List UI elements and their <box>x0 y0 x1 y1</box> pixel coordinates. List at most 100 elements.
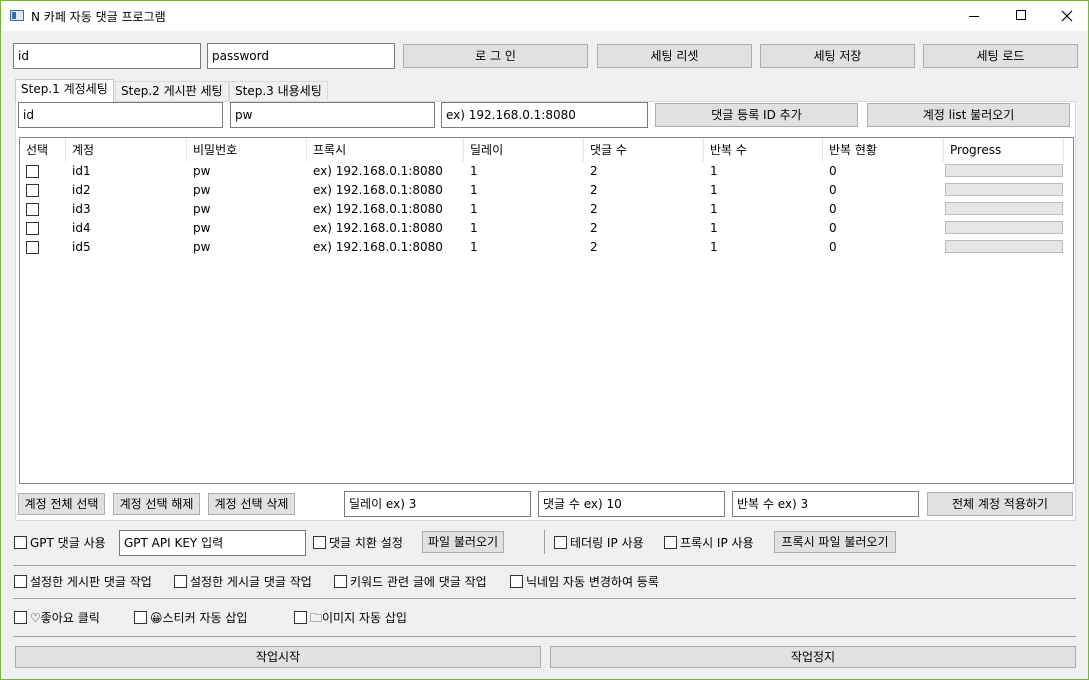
row-select-checkbox[interactable] <box>26 241 39 254</box>
start-work-button[interactable]: 작업시작 <box>15 646 541 668</box>
cell-account: id3 <box>72 202 91 216</box>
deselect-accounts-button[interactable]: 계정 선택 해제 <box>113 493 200 515</box>
cell-password: pw <box>193 221 211 235</box>
checkbox-box[interactable] <box>174 575 187 588</box>
col-header-proxy[interactable]: 프록시 <box>307 138 464 162</box>
separator <box>544 530 545 554</box>
col-header-select[interactable]: 선택 <box>20 138 66 162</box>
table-row[interactable]: id2 pw ex) 192.168.0.1:8080 1 2 1 0 <box>20 181 1073 200</box>
title-bar: N 카페 자동 댓글 프로그램 <box>1 1 1088 31</box>
cell-password: pw <box>193 202 211 216</box>
add-comment-id-button[interactable]: 댓글 등록 ID 추가 <box>655 103 858 127</box>
post-comment-checkbox[interactable]: 설정한 게시글 댓글 작업 <box>174 574 312 590</box>
settings-reset-button[interactable]: 세팅 리셋 <box>597 44 752 68</box>
table-row[interactable]: id4 pw ex) 192.168.0.1:8080 1 2 1 0 <box>20 219 1073 238</box>
proxy-file-load-button[interactable]: 프록시 파일 불러오기 <box>774 531 896 553</box>
col-header-delay[interactable]: 딜레이 <box>464 138 584 162</box>
settings-load-button[interactable]: 세팅 로드 <box>923 44 1078 68</box>
table-row[interactable]: id1 pw ex) 192.168.0.1:8080 1 2 1 0 <box>20 162 1073 181</box>
file-load-button[interactable]: 파일 불러오기 <box>422 531 504 553</box>
cell-proxy: ex) 192.168.0.1:8080 <box>313 202 443 216</box>
delete-selected-accounts-button[interactable]: 계정 선택 삭제 <box>208 493 295 515</box>
row-progress-bar <box>945 183 1063 196</box>
cell-delay: 1 <box>470 240 478 254</box>
col-header-repeat[interactable]: 반복 수 <box>704 138 823 162</box>
checkbox-box[interactable] <box>313 536 326 549</box>
proxy-ip-checkbox[interactable]: 프록시 IP 사용 <box>664 535 754 551</box>
maximize-button[interactable] <box>998 1 1044 31</box>
checkbox-box[interactable] <box>134 611 147 624</box>
cell-repeat: 1 <box>710 183 718 197</box>
table-row[interactable]: id3 pw ex) 192.168.0.1:8080 1 2 1 0 <box>20 200 1073 219</box>
account-pw-input[interactable]: pw <box>230 102 435 128</box>
row-select-checkbox[interactable] <box>26 222 39 235</box>
gpt-api-key-input[interactable]: GPT API KEY 입력 <box>119 530 306 556</box>
select-all-accounts-button[interactable]: 계정 전체 선택 <box>18 493 105 515</box>
col-header-progress[interactable]: Progress <box>944 138 1064 162</box>
checkbox-box[interactable] <box>554 536 567 549</box>
cell-proxy: ex) 192.168.0.1:8080 <box>313 240 443 254</box>
cell-status: 0 <box>829 183 837 197</box>
like-click-checkbox[interactable]: ♡좋아요 클릭 <box>14 610 100 626</box>
row-progress-bar <box>945 164 1063 177</box>
col-header-account[interactable]: 계정 <box>66 138 187 162</box>
minimize-button[interactable] <box>951 1 997 31</box>
login-password-input[interactable]: password <box>207 43 395 69</box>
cell-delay: 1 <box>470 183 478 197</box>
cell-account: id5 <box>72 240 91 254</box>
checkbox-box[interactable] <box>334 575 347 588</box>
cell-delay: 1 <box>470 221 478 235</box>
cell-account: id2 <box>72 183 91 197</box>
close-button[interactable] <box>1044 1 1089 31</box>
cell-repeat: 1 <box>710 240 718 254</box>
bulk-delay-input[interactable]: 딜레이 ex) 3 <box>344 491 531 517</box>
checkbox-box[interactable] <box>294 611 307 624</box>
comment-replace-checkbox[interactable]: 댓글 치환 설정 <box>313 535 403 551</box>
keyword-comment-checkbox[interactable]: 키워드 관련 글에 댓글 작업 <box>334 574 487 590</box>
cell-password: pw <box>193 240 211 254</box>
tethering-ip-checkbox[interactable]: 테더링 IP 사용 <box>554 535 644 551</box>
row-select-checkbox[interactable] <box>26 203 39 216</box>
checkbox-box[interactable] <box>664 536 677 549</box>
checkbox-box[interactable] <box>510 575 523 588</box>
col-header-repeat-status[interactable]: 반복 현황 <box>823 138 944 162</box>
image-insert-checkbox[interactable]: 🗀이미지 자동 삽입 <box>294 610 407 626</box>
tab-step3-content[interactable]: Step.3 내용세팅 <box>229 81 328 101</box>
stop-work-button[interactable]: 작업정지 <box>550 646 1076 668</box>
separator <box>13 565 1076 566</box>
cell-repeat: 1 <box>710 202 718 216</box>
account-table[interactable]: 선택 계정 비밀번호 프록시 딜레이 댓글 수 반복 수 반복 현황 Progr… <box>19 137 1074 484</box>
row-select-checkbox[interactable] <box>26 165 39 178</box>
cell-account: id1 <box>72 164 91 178</box>
settings-save-button[interactable]: 세팅 저장 <box>760 44 915 68</box>
checkbox-box[interactable] <box>14 536 27 549</box>
row-select-checkbox[interactable] <box>26 184 39 197</box>
login-id-input[interactable]: id <box>13 43 201 69</box>
account-id-input[interactable]: id <box>18 102 223 128</box>
login-button[interactable]: 로 그 인 <box>403 44 588 68</box>
bulk-comments-input[interactable]: 댓글 수 ex) 10 <box>538 491 725 517</box>
col-header-password[interactable]: 비밀번호 <box>187 138 307 162</box>
cell-password: pw <box>193 183 211 197</box>
nickname-change-checkbox[interactable]: 닉네임 자동 변경하여 등록 <box>510 574 659 590</box>
tab-step2-board[interactable]: Step.2 게시판 세팅 <box>115 81 229 101</box>
sticker-insert-checkbox[interactable]: 😀스티커 자동 삽입 <box>134 610 247 626</box>
cell-comments: 2 <box>590 164 598 178</box>
bulk-repeat-input[interactable]: 반복 수 ex) 3 <box>732 491 919 517</box>
checkbox-box[interactable] <box>14 575 27 588</box>
table-row[interactable]: id5 pw ex) 192.168.0.1:8080 1 2 1 0 <box>20 238 1073 257</box>
cell-password: pw <box>193 164 211 178</box>
col-header-comments[interactable]: 댓글 수 <box>584 138 704 162</box>
checkbox-box[interactable] <box>14 611 27 624</box>
board-comment-checkbox[interactable]: 설정한 게시판 댓글 작업 <box>14 574 152 590</box>
load-account-list-button[interactable]: 계정 list 불러오기 <box>867 103 1070 127</box>
cell-repeat: 1 <box>710 164 718 178</box>
gpt-comment-checkbox[interactable]: GPT 댓글 사용 <box>14 535 106 551</box>
maximize-icon <box>1016 10 1026 20</box>
account-proxy-input[interactable]: ex) 192.168.0.1:8080 <box>441 102 648 128</box>
minimize-icon <box>969 16 979 17</box>
tab-step1-account[interactable]: Step.1 계정세팅 <box>15 79 114 102</box>
cell-status: 0 <box>829 202 837 216</box>
apply-all-accounts-button[interactable]: 전체 계정 적용하기 <box>927 492 1073 516</box>
app-icon <box>10 10 24 21</box>
